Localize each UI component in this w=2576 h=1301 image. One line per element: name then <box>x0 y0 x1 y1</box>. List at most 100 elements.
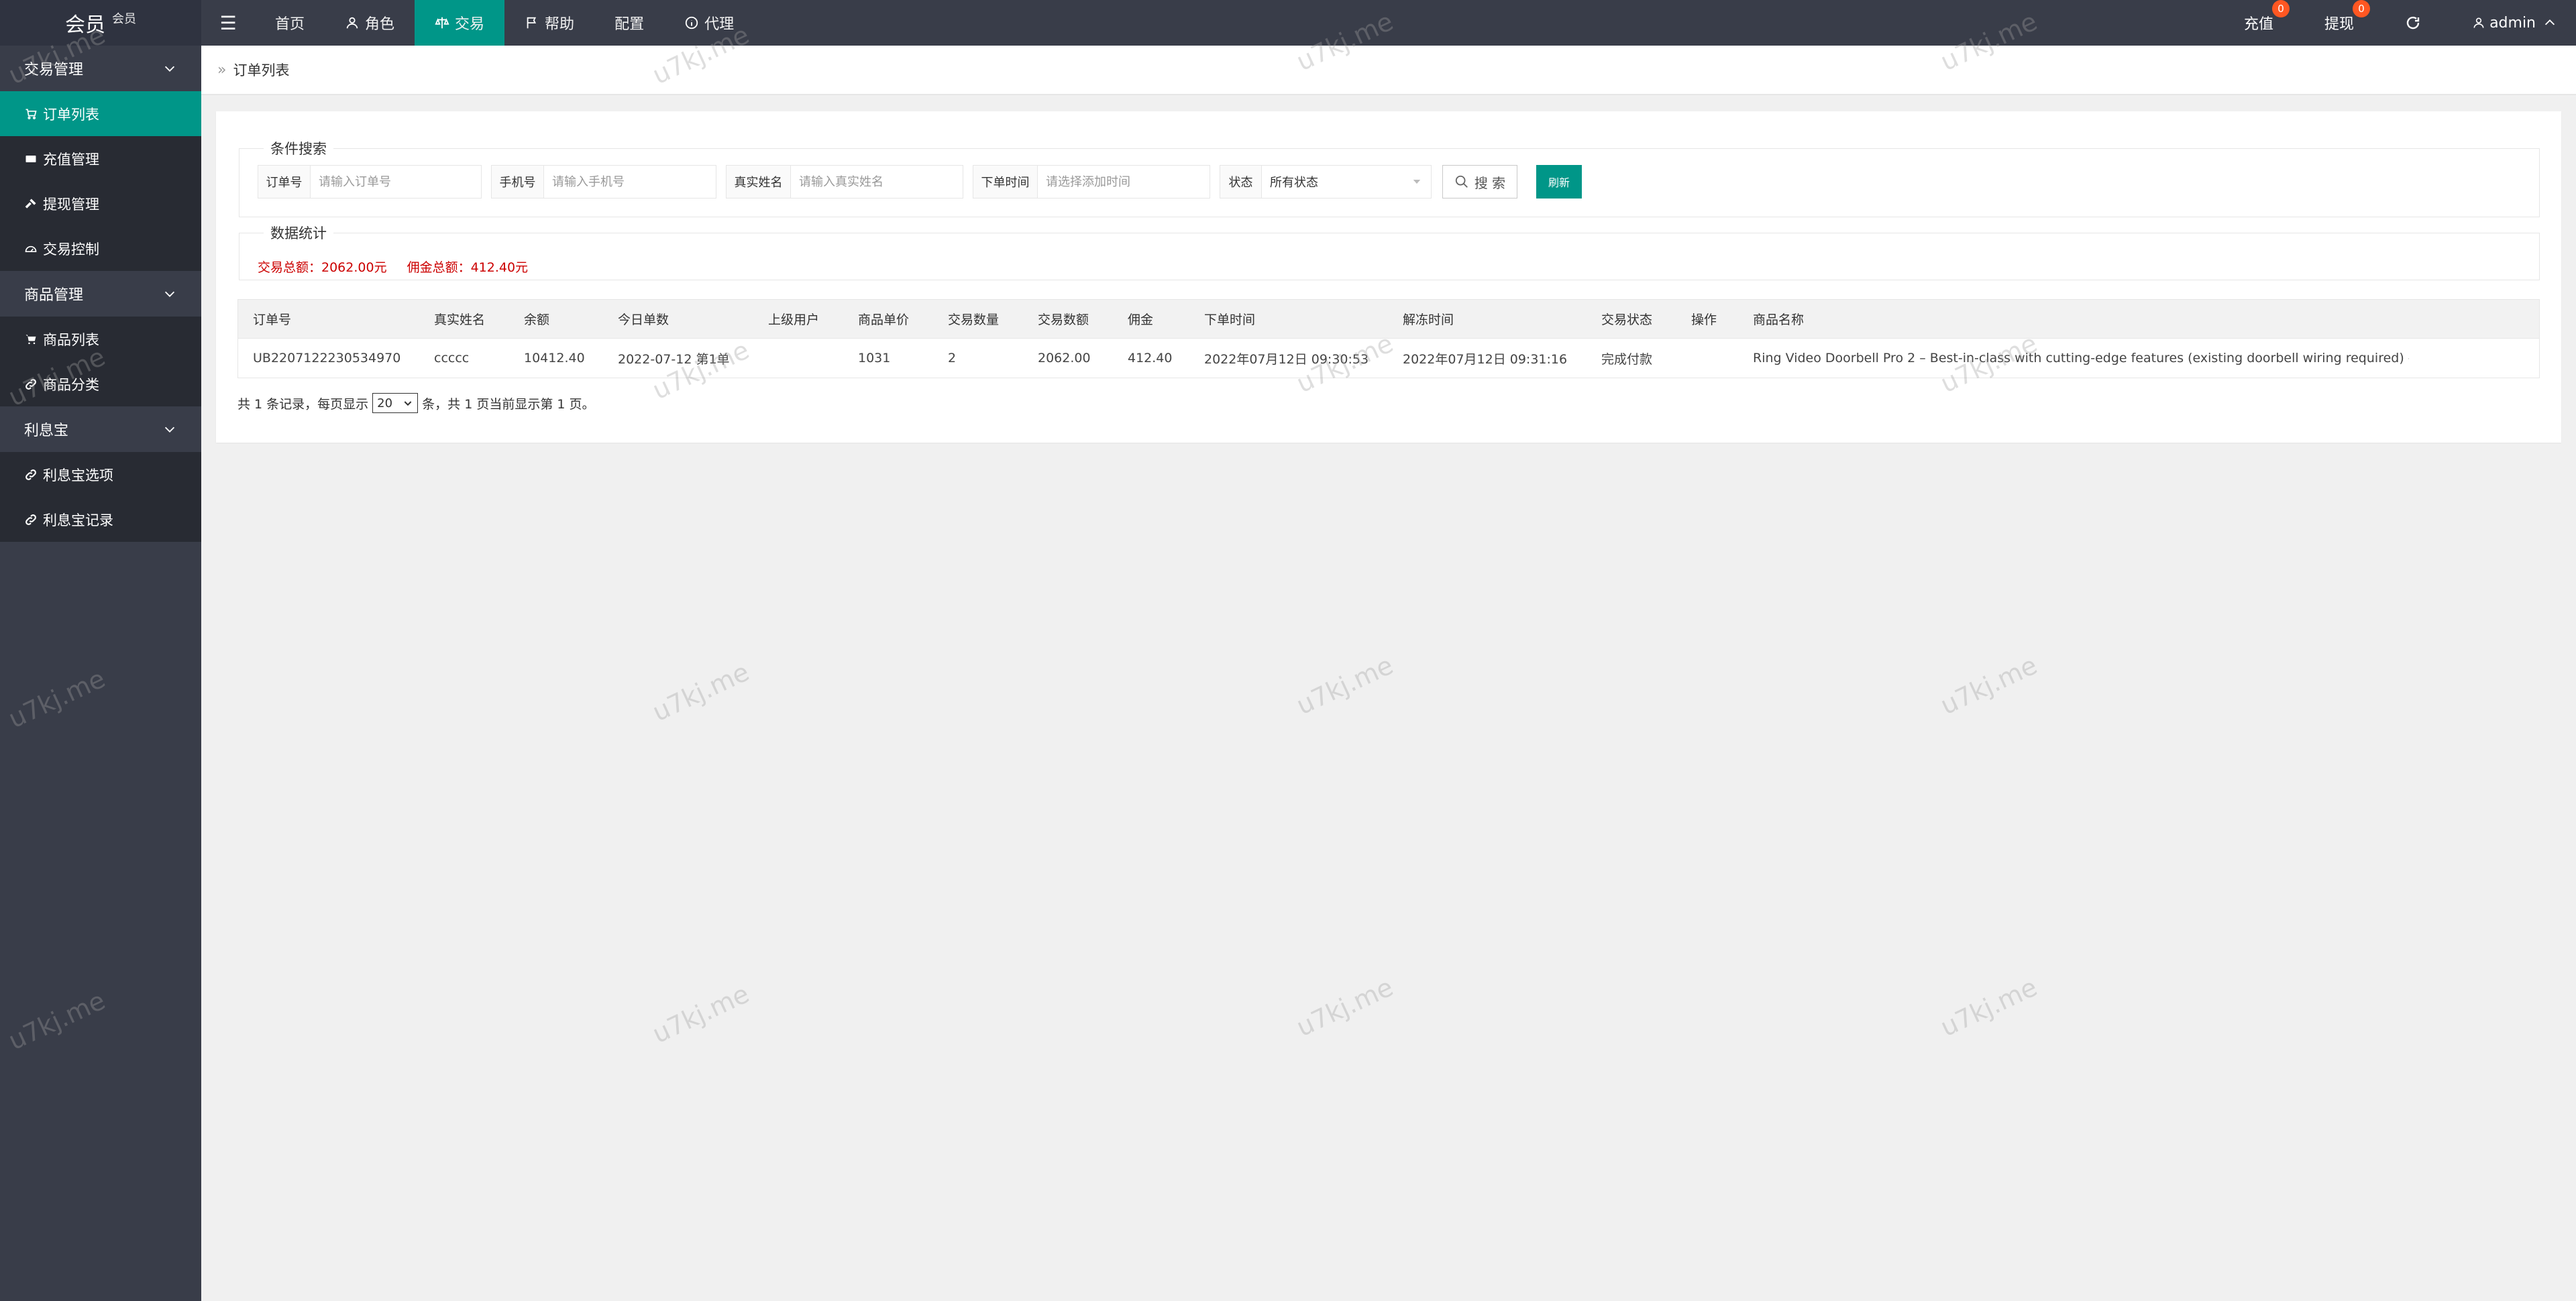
refresh-list-button[interactable]: 刷新 <box>1536 165 1582 199</box>
nav-item-help[interactable]: 帮助 <box>504 0 594 46</box>
th-real-name: 真实姓名 <box>434 313 486 327</box>
top-nav: ☰ 首页 角色 交易 帮助 配置 代理 <box>201 0 754 46</box>
sidebar-item-goods-category[interactable]: 商品分类 <box>0 361 201 406</box>
sidebar-item-label: 交易控制 <box>43 241 99 258</box>
td-order-no: UB2207122230534970 <box>253 351 401 365</box>
td-product-name: Ring Video Doorbell Pro 2 – Best-in-clas… <box>1753 351 2409 365</box>
td-unit-price: 1031 <box>858 351 891 365</box>
phone-input[interactable] <box>544 166 716 198</box>
logo[interactable]: 会员 会员 <box>0 0 201 46</box>
sidebar-item-recharge[interactable]: 充值管理 <box>0 136 201 181</box>
sidebar-item-interest-options[interactable]: 利息宝选项 <box>0 452 201 497</box>
order-no-field: 订单号 <box>258 165 482 199</box>
order-time-input[interactable] <box>1038 166 1210 198</box>
refresh-icon <box>2406 16 2420 30</box>
sidebar-item-interest-records[interactable]: 利息宝记录 <box>0 497 201 542</box>
nav-item-agent[interactable]: 代理 <box>664 0 754 46</box>
th-today-count: 今日单数 <box>618 313 669 327</box>
chevron-up-icon <box>164 66 175 72</box>
sidebar-item-goods-list[interactable]: 商品列表 <box>0 317 201 361</box>
sidebar-group-goods[interactable]: 商品管理 <box>0 271 201 317</box>
table-row[interactable]: UB2207122230534970 ccccc 10412.40 2022-0… <box>238 339 2539 378</box>
user-menu[interactable]: admin <box>2447 0 2576 46</box>
nav-item-config[interactable]: 配置 <box>594 0 664 46</box>
logo-sub: 会员 <box>112 12 136 26</box>
user-name: admin <box>2489 14 2536 32</box>
recharge-link[interactable]: 充值 0 <box>2218 0 2299 46</box>
order-time-label: 下单时间 <box>973 166 1038 198</box>
chevron-down-icon <box>1413 180 1421 184</box>
sidebar-item-withdraw[interactable]: 提现管理 <box>0 181 201 226</box>
sidebar-item-label: 商品分类 <box>43 376 99 393</box>
sidebar-item-label: 利息宝选项 <box>43 467 113 484</box>
stats-legend: 数据统计 <box>270 225 327 241</box>
status-value: 所有状态 <box>1270 176 1318 190</box>
td-status: 完成付款 <box>1601 351 1653 367</box>
th-parent-user: 上级用户 <box>768 313 820 327</box>
search-button-label: 搜 索 <box>1474 174 1506 191</box>
search-button[interactable]: 搜 索 <box>1442 165 1517 199</box>
nav-label: 帮助 <box>545 16 575 33</box>
order-table: 订单号 真实姓名 余额 今日单数 上级用户 商品单价 交易数量 交易数额 佣金 … <box>237 299 2540 378</box>
link-icon <box>25 378 36 390</box>
watermark: u7kj.me <box>1291 972 1398 1043</box>
nav-label: 角色 <box>365 16 395 33</box>
page-size-select[interactable]: 20 <box>372 393 419 413</box>
watermark: u7kj.me <box>647 657 754 728</box>
cart-icon <box>25 334 36 344</box>
info-circle-icon <box>685 16 698 30</box>
nav-label: 代理 <box>704 16 735 33</box>
th-product-name: 商品名称 <box>1753 313 1805 327</box>
sidebar-item-trade-control[interactable]: 交易控制 <box>0 226 201 271</box>
real-name-input[interactable] <box>791 166 963 198</box>
order-no-label: 订单号 <box>258 166 311 198</box>
nav-item-trade[interactable]: 交易 <box>415 0 505 46</box>
chevron-down-icon <box>164 427 175 433</box>
watermark: u7kj.me <box>1935 650 2042 721</box>
refresh-button[interactable] <box>2379 0 2447 46</box>
phone-label: 手机号 <box>492 166 544 198</box>
pager-suffix: 条，共 1 页当前显示第 1 页。 <box>422 396 595 412</box>
status-label: 状态 <box>1220 166 1262 198</box>
sidebar-group-label: 商品管理 <box>24 287 84 304</box>
double-chevron-icon: » <box>217 61 227 78</box>
sidebar: 交易管理 订单列表 充值管理 提现管理 交易控制 商品管理 商品列表 商品分类 … <box>0 46 201 1301</box>
th-unit-price: 商品单价 <box>858 313 910 327</box>
sidebar-group-label: 利息宝 <box>24 422 69 439</box>
chevron-down-icon <box>404 401 412 406</box>
menu-toggle-button[interactable]: ☰ <box>201 0 255 46</box>
chevron-up-icon <box>2544 19 2555 25</box>
stats-fieldset: 数据统计 <box>239 223 2540 280</box>
sidebar-item-order-list[interactable]: 订单列表 <box>0 91 201 136</box>
sidebar-item-label: 提现管理 <box>43 196 99 213</box>
top-header: 会员 会员 ☰ 首页 角色 交易 帮助 配置 代理 充值 0 提现 0 admi… <box>0 0 2576 46</box>
cart-icon <box>25 109 37 119</box>
link-icon <box>25 469 36 480</box>
scale-icon <box>435 17 449 29</box>
th-order-time: 下单时间 <box>1204 313 1256 327</box>
td-amount: 2062.00 <box>1038 351 1091 365</box>
status-field: 状态 所有状态 <box>1220 165 1432 199</box>
th-action: 操作 <box>1691 313 1717 327</box>
card-icon <box>25 155 36 162</box>
nav-label: 交易 <box>455 16 485 33</box>
th-quantity: 交易数量 <box>948 313 1000 327</box>
sidebar-group-interest[interactable]: 利息宝 <box>0 406 201 452</box>
th-unfreeze-time: 解冻时间 <box>1403 313 1454 327</box>
sidebar-item-label: 充值管理 <box>43 151 99 168</box>
watermark: u7kj.me <box>1291 650 1398 721</box>
order-no-input[interactable] <box>311 166 481 198</box>
td-real-name: ccccc <box>434 351 470 365</box>
status-select[interactable]: 所有状态 <box>1262 166 1431 198</box>
nav-label: 配置 <box>614 16 645 33</box>
sidebar-item-label: 利息宝记录 <box>43 512 113 528</box>
nav-item-home[interactable]: 首页 <box>255 0 325 46</box>
user-icon <box>2473 17 2484 28</box>
withdraw-link[interactable]: 提现 0 <box>2299 0 2379 46</box>
breadcrumb-current: 订单列表 <box>233 62 290 78</box>
gauge-icon <box>25 245 37 252</box>
th-status: 交易状态 <box>1601 313 1653 327</box>
nav-item-role[interactable]: 角色 <box>325 0 415 46</box>
breadcrumb: » 订单列表 <box>201 46 2576 95</box>
sidebar-group-trade[interactable]: 交易管理 <box>0 46 201 91</box>
